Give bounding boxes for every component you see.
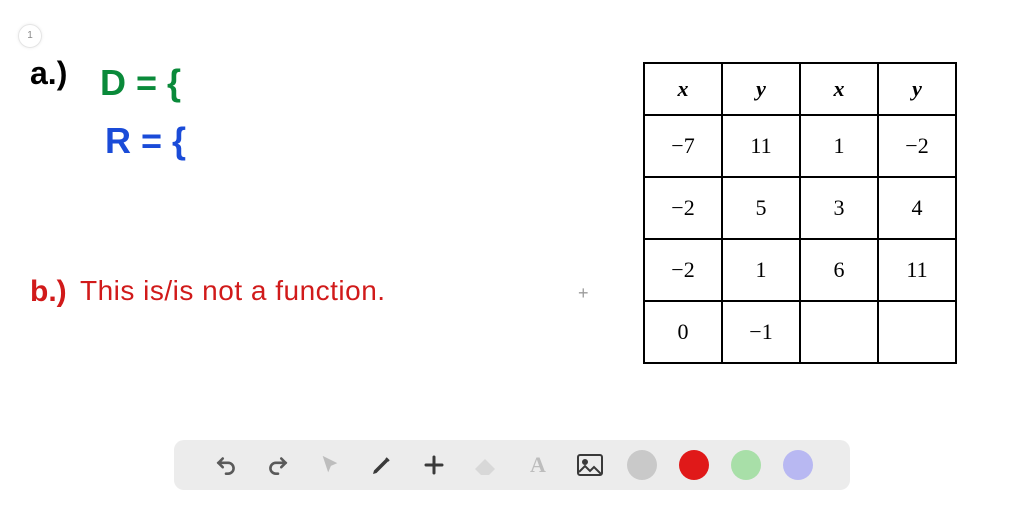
table-row: 0 −1 (644, 301, 956, 363)
pen-button[interactable] (367, 450, 397, 480)
page-number-badge: 1 (18, 24, 42, 48)
pen-icon (370, 453, 394, 477)
text-button[interactable]: A (523, 450, 553, 480)
redo-button[interactable] (263, 450, 293, 480)
add-content-marker[interactable]: + (578, 283, 589, 304)
eraser-button[interactable] (471, 450, 501, 480)
part-b-statement: This is/is not a function. (80, 275, 386, 307)
color-purple-button[interactable] (783, 450, 813, 480)
image-icon (577, 454, 603, 476)
relation-table: x y x y −7 11 1 −2 −2 5 3 4 −2 1 6 11 0 … (643, 62, 957, 364)
col-x2: x (800, 63, 878, 115)
color-red-button[interactable] (679, 450, 709, 480)
col-y1: y (722, 63, 800, 115)
color-grey-button[interactable] (627, 450, 657, 480)
pointer-button[interactable] (315, 450, 345, 480)
color-green-button[interactable] (731, 450, 761, 480)
pointer-icon (319, 453, 341, 477)
drawing-toolbar: A (174, 440, 850, 490)
redo-icon (265, 452, 291, 478)
undo-button[interactable] (211, 450, 241, 480)
domain-expression: D = { (100, 62, 181, 104)
table-row: −7 11 1 −2 (644, 115, 956, 177)
add-button[interactable] (419, 450, 449, 480)
plus-icon (422, 453, 446, 477)
eraser-icon (473, 455, 499, 475)
image-button[interactable] (575, 450, 605, 480)
table-row: −2 5 3 4 (644, 177, 956, 239)
range-expression: R = { (105, 120, 186, 162)
undo-icon (213, 452, 239, 478)
table-row: −2 1 6 11 (644, 239, 956, 301)
col-x1: x (644, 63, 722, 115)
page-number: 1 (27, 31, 33, 41)
part-b-label: b.) (30, 275, 67, 309)
text-icon: A (530, 454, 546, 476)
table-header-row: x y x y (644, 63, 956, 115)
col-y2: y (878, 63, 956, 115)
part-a-label: a.) (30, 55, 67, 92)
